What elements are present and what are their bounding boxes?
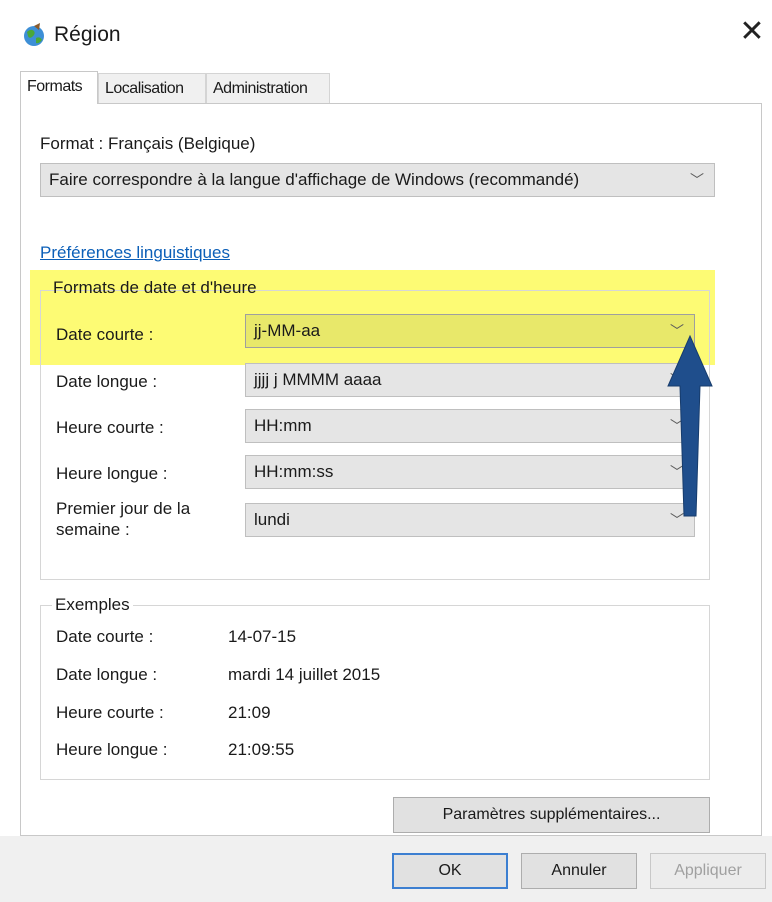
tab-localisation[interactable]: Localisation (98, 73, 206, 103)
cancel-button[interactable]: Annuler (521, 853, 637, 889)
datetime-group-title: Formats de date et d'heure (53, 278, 257, 297)
short-time-label: Heure courte : (56, 418, 164, 437)
example-long-time-value: 21:09:55 (228, 740, 295, 759)
tab-label: Formats (27, 78, 83, 95)
example-short-time-value: 21:09 (228, 703, 271, 722)
example-short-time-label: Heure courte : (56, 703, 164, 722)
title-bar: Région ✕ (0, 0, 772, 72)
short-time-value: HH:mm (254, 416, 312, 435)
ok-button[interactable]: OK (392, 853, 508, 889)
long-date-label: Date longue : (56, 372, 158, 391)
tab-label: Localisation (105, 80, 184, 97)
window-title: Région (54, 23, 121, 46)
example-long-date-value: mardi 14 juillet 2015 (228, 665, 381, 684)
long-time-value: HH:mm:ss (254, 462, 334, 481)
additional-settings-button[interactable]: Paramètres supplémentaires... (393, 797, 710, 833)
first-day-value: lundi (254, 510, 290, 529)
format-label: Format : Français (Belgique) (40, 134, 256, 153)
long-time-label: Heure longue : (56, 464, 168, 483)
example-long-time-label: Heure longue : (56, 740, 168, 759)
short-date-select[interactable]: jj-MM-aa ﹀ (245, 314, 695, 348)
chevron-down-icon: ﹀ (690, 172, 704, 188)
long-time-select[interactable]: HH:mm:ss ﹀ (245, 455, 695, 489)
format-select-value: Faire correspondre à la langue d'afficha… (49, 170, 580, 189)
short-date-label: Date courte : (56, 325, 154, 344)
example-short-date-value: 14-07-15 (228, 627, 297, 646)
format-select[interactable]: Faire correspondre à la langue d'afficha… (40, 163, 715, 197)
examples-title: Exemples (52, 595, 133, 615)
language-preferences-link[interactable]: Préférences linguistiques (40, 243, 230, 263)
apply-button[interactable]: Appliquer (650, 853, 766, 889)
first-day-select[interactable]: lundi ﹀ (245, 503, 695, 537)
tab-label: Administration (213, 80, 308, 97)
long-date-value: jjjj j MMMM aaaa (254, 370, 382, 389)
up-arrow-annotation (667, 334, 713, 517)
tab-administration[interactable]: Administration (206, 73, 330, 103)
globe-icon (22, 22, 48, 48)
long-date-select[interactable]: jjjj j MMMM aaaa ﹀ (245, 363, 695, 397)
short-time-select[interactable]: HH:mm ﹀ (245, 409, 695, 443)
short-date-value: jj-MM-aa (254, 321, 321, 340)
example-long-date-label: Date longue : (56, 665, 158, 684)
close-icon[interactable]: ✕ (735, 16, 769, 50)
tab-formats[interactable]: Formats (20, 71, 98, 104)
first-day-label: Premier jour de la semaine : (56, 499, 191, 539)
example-short-date-label: Date courte : (56, 627, 154, 646)
